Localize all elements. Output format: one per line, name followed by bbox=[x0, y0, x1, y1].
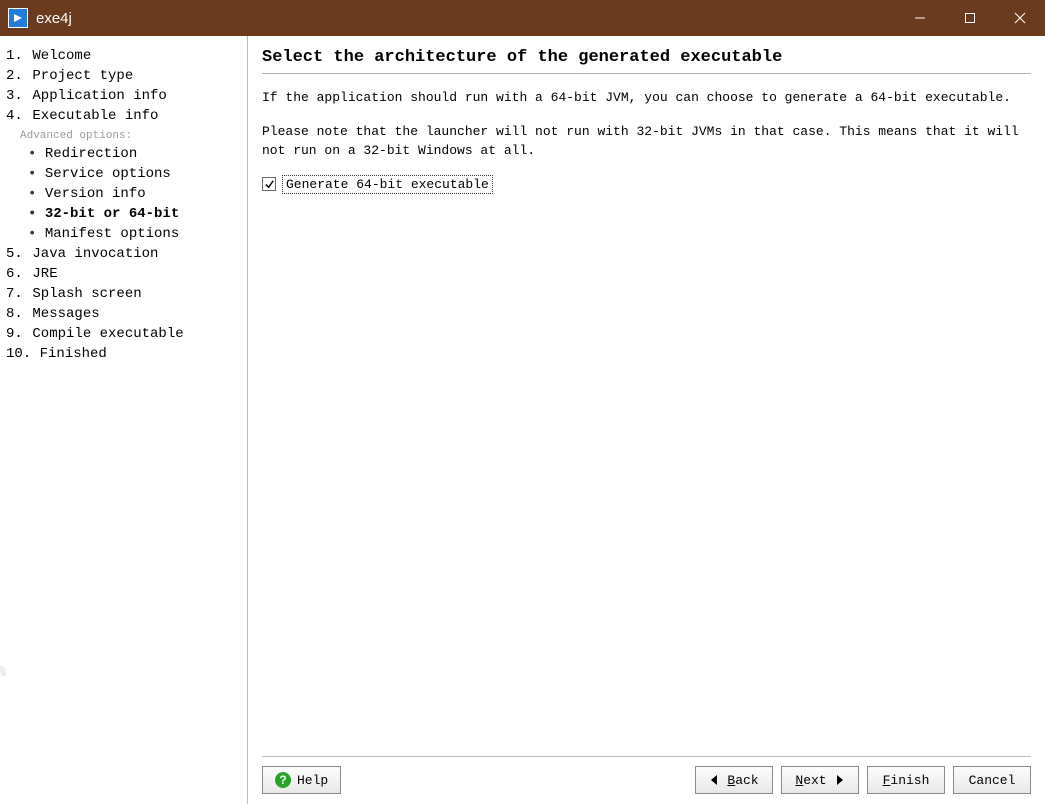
next-label: Next bbox=[795, 773, 826, 788]
help-label: Help bbox=[297, 773, 328, 788]
finish-button[interactable]: Finish bbox=[867, 766, 945, 794]
next-button[interactable]: Next bbox=[781, 766, 859, 794]
sidebar-item-label: Java invocation bbox=[32, 246, 158, 262]
sidebar-item-label: Finished bbox=[40, 346, 107, 362]
body: 1. Welcome2. Project type3. Application … bbox=[0, 36, 1045, 804]
sidebar-item-number: 7. bbox=[6, 286, 24, 302]
window-title: exe4j bbox=[36, 10, 895, 27]
finish-label: Finish bbox=[883, 773, 930, 788]
page-title: Select the architecture of the generated… bbox=[262, 48, 1031, 74]
app-icon bbox=[8, 8, 28, 28]
sidebar-item-number: 9. bbox=[6, 326, 24, 342]
back-button[interactable]: Back bbox=[695, 766, 773, 794]
sidebar: 1. Welcome2. Project type3. Application … bbox=[0, 36, 248, 804]
sidebar-item-label: Messages bbox=[32, 306, 99, 322]
description-paragraph-2: Please note that the launcher will not r… bbox=[262, 122, 1031, 161]
close-button[interactable] bbox=[995, 0, 1045, 36]
generate-64bit-row: Generate 64-bit executable bbox=[262, 175, 1031, 194]
description-paragraph-1: If the application should run with a 64-… bbox=[262, 88, 1031, 108]
sidebar-item-label: 32-bit or 64-bit bbox=[45, 206, 179, 222]
sidebar-item[interactable]: Service options bbox=[6, 164, 241, 184]
sidebar-item[interactable]: 4. Executable info bbox=[6, 106, 241, 126]
sidebar-item[interactable]: 3. Application info bbox=[6, 86, 241, 106]
sidebar-item-label: Application info bbox=[32, 88, 166, 104]
sidebar-item[interactable]: 6. JRE bbox=[6, 264, 241, 284]
checkmark-icon bbox=[264, 179, 275, 190]
sidebar-item-label: Redirection bbox=[45, 146, 137, 162]
sidebar-item-label: JRE bbox=[32, 266, 57, 282]
minimize-button[interactable] bbox=[895, 0, 945, 36]
sidebar-item-label: Executable info bbox=[32, 108, 158, 124]
sidebar-item-label: Version info bbox=[45, 186, 146, 202]
titlebar: exe4j bbox=[0, 0, 1045, 36]
sidebar-item[interactable]: Redirection bbox=[6, 144, 241, 164]
sidebar-item-number: 5. bbox=[6, 246, 24, 262]
generate-64bit-label[interactable]: Generate 64-bit executable bbox=[282, 175, 493, 194]
sidebar-item-number: 1. bbox=[6, 48, 24, 64]
sidebar-item-label: Project type bbox=[32, 68, 133, 84]
help-icon: ? bbox=[275, 772, 291, 788]
main-panel: Select the architecture of the generated… bbox=[248, 36, 1045, 804]
sidebar-item-label: Compile executable bbox=[32, 326, 183, 342]
sidebar-item[interactable]: 8. Messages bbox=[6, 304, 241, 324]
sidebar-item[interactable]: 7. Splash screen bbox=[6, 284, 241, 304]
footer: ? Help Back Next Finish Cancel bbox=[262, 756, 1031, 794]
sidebar-item[interactable]: 1. Welcome bbox=[6, 46, 241, 66]
arrow-right-icon bbox=[833, 774, 845, 786]
arrow-left-icon bbox=[709, 774, 721, 786]
sidebar-item[interactable]: 5. Java invocation bbox=[6, 244, 241, 264]
sidebar-item-number: 3. bbox=[6, 88, 24, 104]
sidebar-item-label: Splash screen bbox=[32, 286, 141, 302]
sidebar-item-number: 8. bbox=[6, 306, 24, 322]
generate-64bit-checkbox[interactable] bbox=[262, 177, 276, 191]
help-button[interactable]: ? Help bbox=[262, 766, 341, 794]
sidebar-advanced-header: Advanced options: bbox=[6, 126, 241, 144]
sidebar-item-label: Service options bbox=[45, 166, 171, 182]
sidebar-item-number: 4. bbox=[6, 108, 24, 124]
sidebar-item[interactable]: 32-bit or 64-bit bbox=[6, 204, 241, 224]
sidebar-item[interactable]: 9. Compile executable bbox=[6, 324, 241, 344]
sidebar-item-number: 10. bbox=[6, 346, 31, 362]
sidebar-item[interactable]: 2. Project type bbox=[6, 66, 241, 86]
sidebar-item[interactable]: 10. Finished bbox=[6, 344, 241, 364]
sidebar-item-label: Welcome bbox=[32, 48, 91, 64]
main-content: Select the architecture of the generated… bbox=[262, 48, 1031, 756]
sidebar-item-number: 2. bbox=[6, 68, 24, 84]
sidebar-item[interactable]: Manifest options bbox=[6, 224, 241, 244]
sidebar-item-number: 6. bbox=[6, 266, 24, 282]
back-label: Back bbox=[727, 773, 758, 788]
window-controls bbox=[895, 0, 1045, 36]
cancel-label: Cancel bbox=[969, 773, 1016, 788]
sidebar-item-label: Manifest options bbox=[45, 226, 179, 242]
sidebar-watermark: exe4j bbox=[0, 660, 8, 790]
cancel-button[interactable]: Cancel bbox=[953, 766, 1031, 794]
maximize-button[interactable] bbox=[945, 0, 995, 36]
sidebar-item[interactable]: Version info bbox=[6, 184, 241, 204]
sidebar-list: 1. Welcome2. Project type3. Application … bbox=[6, 46, 241, 364]
